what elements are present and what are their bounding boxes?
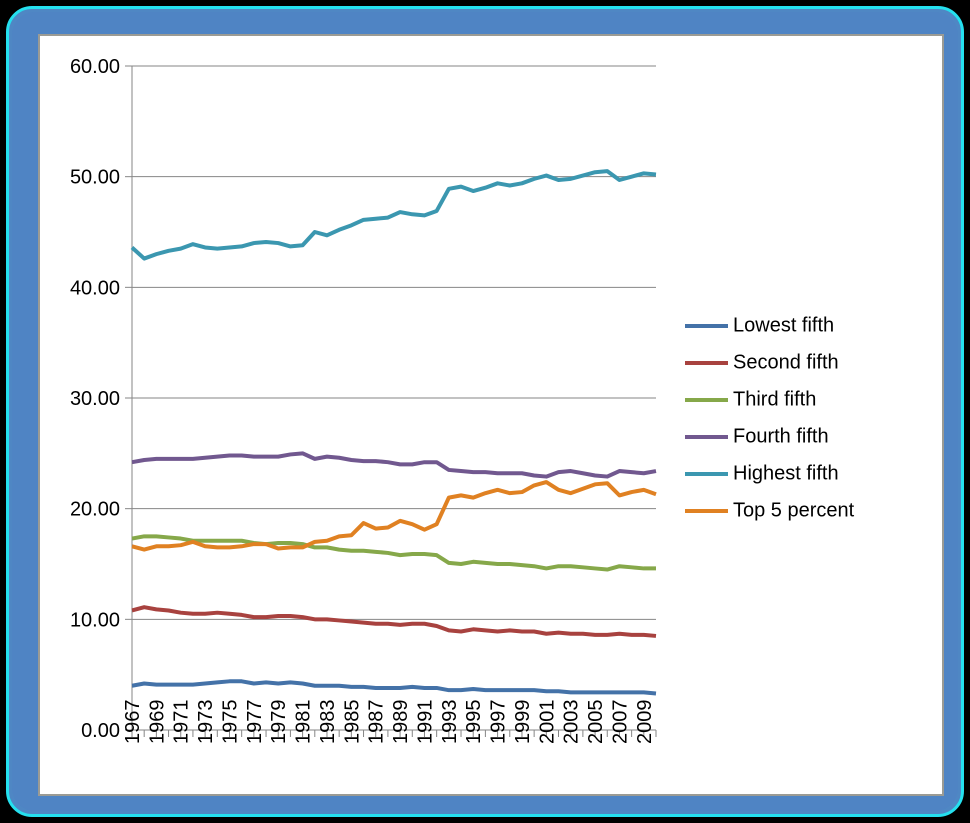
x-axis-label: 1983 [317,700,339,745]
chart-svg: 0.0010.0020.0030.0040.0050.0060.001967 19… [70,56,855,745]
x-axis-label: 1997 [488,700,510,745]
x-axis-label: 2007 [609,700,631,745]
x-axis-label: 1993 [439,700,461,745]
series-line-second-fifth [131,605,657,638]
x-axis-label: 1977 [244,700,266,745]
series-line-lowest-fifth [131,679,657,696]
legend-item-third-fifth[interactable]: Third fifth [685,388,816,410]
y-axis-label: 60.00 [70,56,120,78]
legend-label: Highest fifth [733,462,839,484]
x-axis-label: 1969 [146,700,168,745]
legend-item-lowest-fifth[interactable]: Lowest fifth [685,314,834,336]
x-axis-label: 1991 [414,700,436,745]
y-axis-label: 20.00 [70,499,120,521]
legend-label: Fourth fifth [733,425,829,447]
y-axis-label: 30.00 [70,388,120,410]
x-axis-label: 1981 [293,700,315,745]
legend-label: Lowest fifth [733,314,834,336]
y-axis-label: 50.00 [70,167,120,189]
chart-card: 0.00 10.00 20.00 30.00 40.00 50.00 60.00 1967 19… [38,34,944,796]
legend-label: Top 5 percent [733,499,855,521]
line-chart: 0.00 10.00 20.00 30.00 40.00 50.00 60.00 1967 19… [40,36,942,794]
x-axis-label: 1987 [366,700,388,745]
x-axis-label: 2003 [561,700,583,745]
window-frame: 0.00 10.00 20.00 30.00 40.00 50.00 60.00 1967 19… [6,6,964,817]
x-axis-label: 1979 [268,700,290,745]
x-axis-label: 1999 [512,700,534,745]
legend-item-fourth-fifth[interactable]: Fourth fifth [685,425,829,447]
legend-item-second-fifth[interactable]: Second fifth [685,351,839,373]
x-axis-label: 2009 [634,700,656,745]
x-axis-label: 1971 [171,700,193,745]
legend-label: Second fifth [733,351,839,373]
y-axis-label: 0.00 [81,720,120,742]
x-axis-label: 1967 [122,700,144,745]
x-axis-label: 2001 [536,700,558,745]
x-axis-label: 1985 [341,700,363,745]
legend-item-highest-fifth[interactable]: Highest fifth [685,462,839,484]
series-line-third-fifth [131,534,656,572]
x-axis-label: 1995 [463,700,485,745]
x-axis-label: 2005 [585,700,607,745]
y-axis-label: 40.00 [70,277,120,299]
x-axis-label: 1973 [195,700,217,745]
y-axis-label: 10.00 [70,609,120,631]
series-line-fourth-fifth [131,451,657,479]
legend-label: Third fifth [733,388,816,410]
series-line-highest-fifth [130,169,657,261]
window-frame-inner: 0.00 10.00 20.00 30.00 40.00 50.00 60.00 1967 19… [12,12,958,811]
x-axis-label: 1989 [390,700,412,745]
x-axis-label: 1975 [219,700,241,745]
legend-item-top-5-percent[interactable]: Top 5 percent [685,499,855,521]
